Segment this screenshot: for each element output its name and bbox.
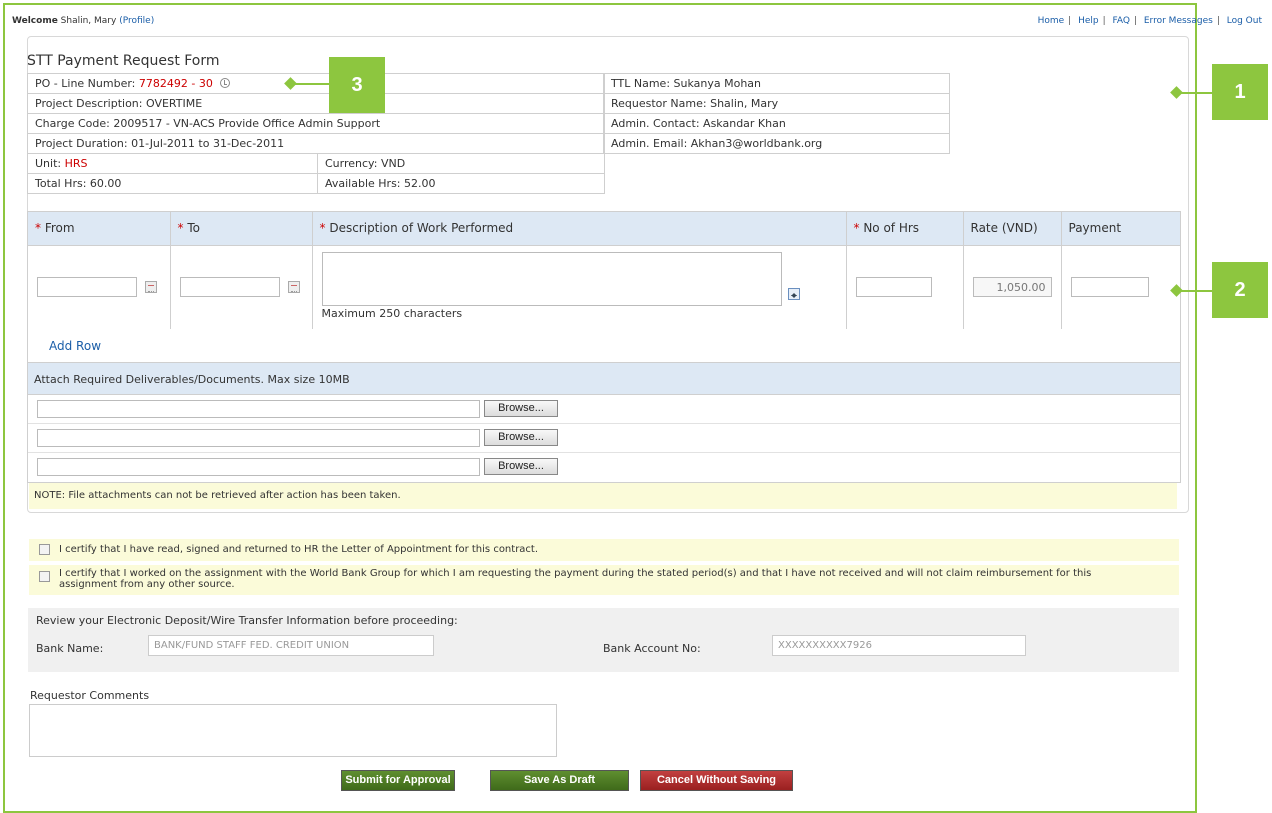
bank-info-section: Review your Electronic Deposit/Wire Tran… (28, 608, 1179, 672)
browse-button[interactable]: Browse... (484, 458, 558, 475)
po-line-number: 7782492 - 30 (138, 77, 213, 90)
from-cell (28, 244, 171, 329)
nav-faq-link[interactable]: FAQ (1113, 16, 1130, 26)
to-date-input[interactable] (179, 277, 280, 298)
ttl-name: TTL Name: Sukanya Mohan (603, 73, 950, 94)
total-hrs: Total Hrs: 60.00 (27, 173, 318, 194)
comments-label: Requestor Comments (30, 689, 150, 702)
welcome-label: Welcome (12, 16, 58, 26)
page-title: STT Payment Request Form (27, 53, 220, 69)
file-row: Browse... (28, 395, 1180, 424)
admin-email: Admin. Email: Akhan3@worldbank.org (603, 133, 950, 154)
attachment-note: NOTE: File attachments can not be retrie… (29, 483, 1177, 509)
file-path-input[interactable] (37, 458, 480, 476)
unit-label: Unit: (35, 157, 62, 170)
file-row: Browse... (28, 424, 1180, 453)
charge-code: Charge Code: 2009517 - VN-ACS Provide Of… (27, 113, 605, 134)
payment-header: Payment (1061, 212, 1180, 245)
po-label: PO - Line Number: (35, 77, 136, 90)
cancel-without-saving-button[interactable]: Cancel Without Saving (640, 770, 793, 791)
submit-for-approval-button[interactable]: Submit for Approval (341, 770, 455, 791)
rate-input: 1,050.00 (972, 277, 1052, 298)
nav-home-link[interactable]: Home (1038, 16, 1065, 26)
save-as-draft-button[interactable]: Save As Draft (490, 770, 629, 791)
file-row: Browse... (28, 453, 1180, 482)
hours-cell (846, 244, 964, 329)
certify-assignment-checkbox[interactable] (39, 571, 50, 582)
file-path-input[interactable] (37, 429, 480, 447)
from-header: * From (28, 212, 171, 245)
to-cell (170, 244, 313, 329)
nav-error-messages-link[interactable]: Error Messages (1144, 16, 1213, 26)
to-header: * To (170, 212, 313, 245)
rate-cell: 1,050.00 (963, 244, 1062, 329)
max-chars-hint: Maximum 250 characters (321, 306, 463, 320)
available-hrs: Available Hrs: 52.00 (317, 173, 605, 194)
user-name: Shalin, Mary (60, 16, 117, 26)
work-section: * From * To * Description of Work Perfor… (27, 211, 1181, 483)
callout-1: 1 (1212, 64, 1268, 120)
bank-name-field: BANK/FUND STAFF FED. CREDIT UNION (148, 635, 434, 656)
certification-2-text-line2: assignment from any other source. (59, 579, 235, 590)
callout-2: 2 (1212, 262, 1268, 318)
add-row-link[interactable]: Add Row (49, 339, 101, 353)
description-cell: Maximum 250 characters (312, 244, 847, 329)
bank-account-label: Bank Account No: (603, 642, 701, 655)
certification-2-text-line1: I certify that I worked on the assignmen… (59, 568, 1092, 579)
nav-logout-link[interactable]: Log Out (1227, 16, 1262, 26)
file-path-input[interactable] (37, 400, 480, 418)
project-info-table: PO - Line Number: 7782492 - 30 Project D… (27, 73, 605, 194)
browse-button[interactable]: Browse... (484, 400, 558, 417)
bank-name-label: Bank Name: (36, 642, 104, 655)
requestor-name: Requestor Name: Shalin, Mary (603, 93, 950, 114)
callout-3: 3 (329, 57, 385, 113)
certification-2: I certify that I worked on the assignmen… (29, 565, 1179, 595)
contact-info-table: TTL Name: Sukanya Mohan Requestor Name: … (603, 73, 950, 154)
unit-cell: Unit: HRS (27, 153, 318, 174)
bank-account-field: XXXXXXXXXX7926 (772, 635, 1026, 656)
hours-input[interactable] (855, 277, 932, 298)
nav-help-link[interactable]: Help (1078, 16, 1099, 26)
comments-textarea[interactable] (29, 704, 557, 757)
description-header: * Description of Work Performed (312, 212, 847, 245)
resize-spinner-icon[interactable] (787, 287, 800, 300)
profile-link[interactable]: (Profile) (119, 16, 154, 26)
rate-header: Rate (VND) (963, 212, 1062, 245)
attachments-heading: Attach Required Deliverables/Documents. … (28, 362, 1180, 395)
payment-cell (1061, 244, 1180, 329)
admin-contact: Admin. Contact: Askandar Khan (603, 113, 950, 134)
certify-appointment-checkbox[interactable] (39, 544, 50, 555)
browse-button[interactable]: Browse... (484, 429, 558, 446)
from-date-input[interactable] (37, 277, 137, 298)
bank-review-text: Review your Electronic Deposit/Wire Tran… (36, 614, 458, 627)
unit-value: HRS (64, 157, 88, 170)
work-table: * From * To * Description of Work Perfor… (28, 212, 1180, 329)
certification-1-text: I certify that I have read, signed and r… (59, 544, 539, 555)
top-nav: Home | Help | FAQ | Error Messages | Log Out (1037, 16, 1262, 26)
welcome-bar: Welcome Shalin, Mary (Profile) (12, 16, 154, 26)
calendar-icon[interactable] (145, 281, 157, 294)
payment-input[interactable] (1070, 277, 1149, 298)
clock-icon[interactable] (220, 78, 231, 88)
hours-header: * No of Hrs (846, 212, 964, 245)
currency: Currency: VND (317, 153, 605, 174)
project-description: Project Description: OVERTIME (27, 93, 605, 114)
calendar-icon[interactable] (287, 281, 300, 294)
project-duration: Project Duration: 01-Jul-2011 to 31-Dec-… (27, 133, 605, 154)
certification-1: I certify that I have read, signed and r… (29, 539, 1179, 561)
description-textarea[interactable] (321, 251, 782, 306)
